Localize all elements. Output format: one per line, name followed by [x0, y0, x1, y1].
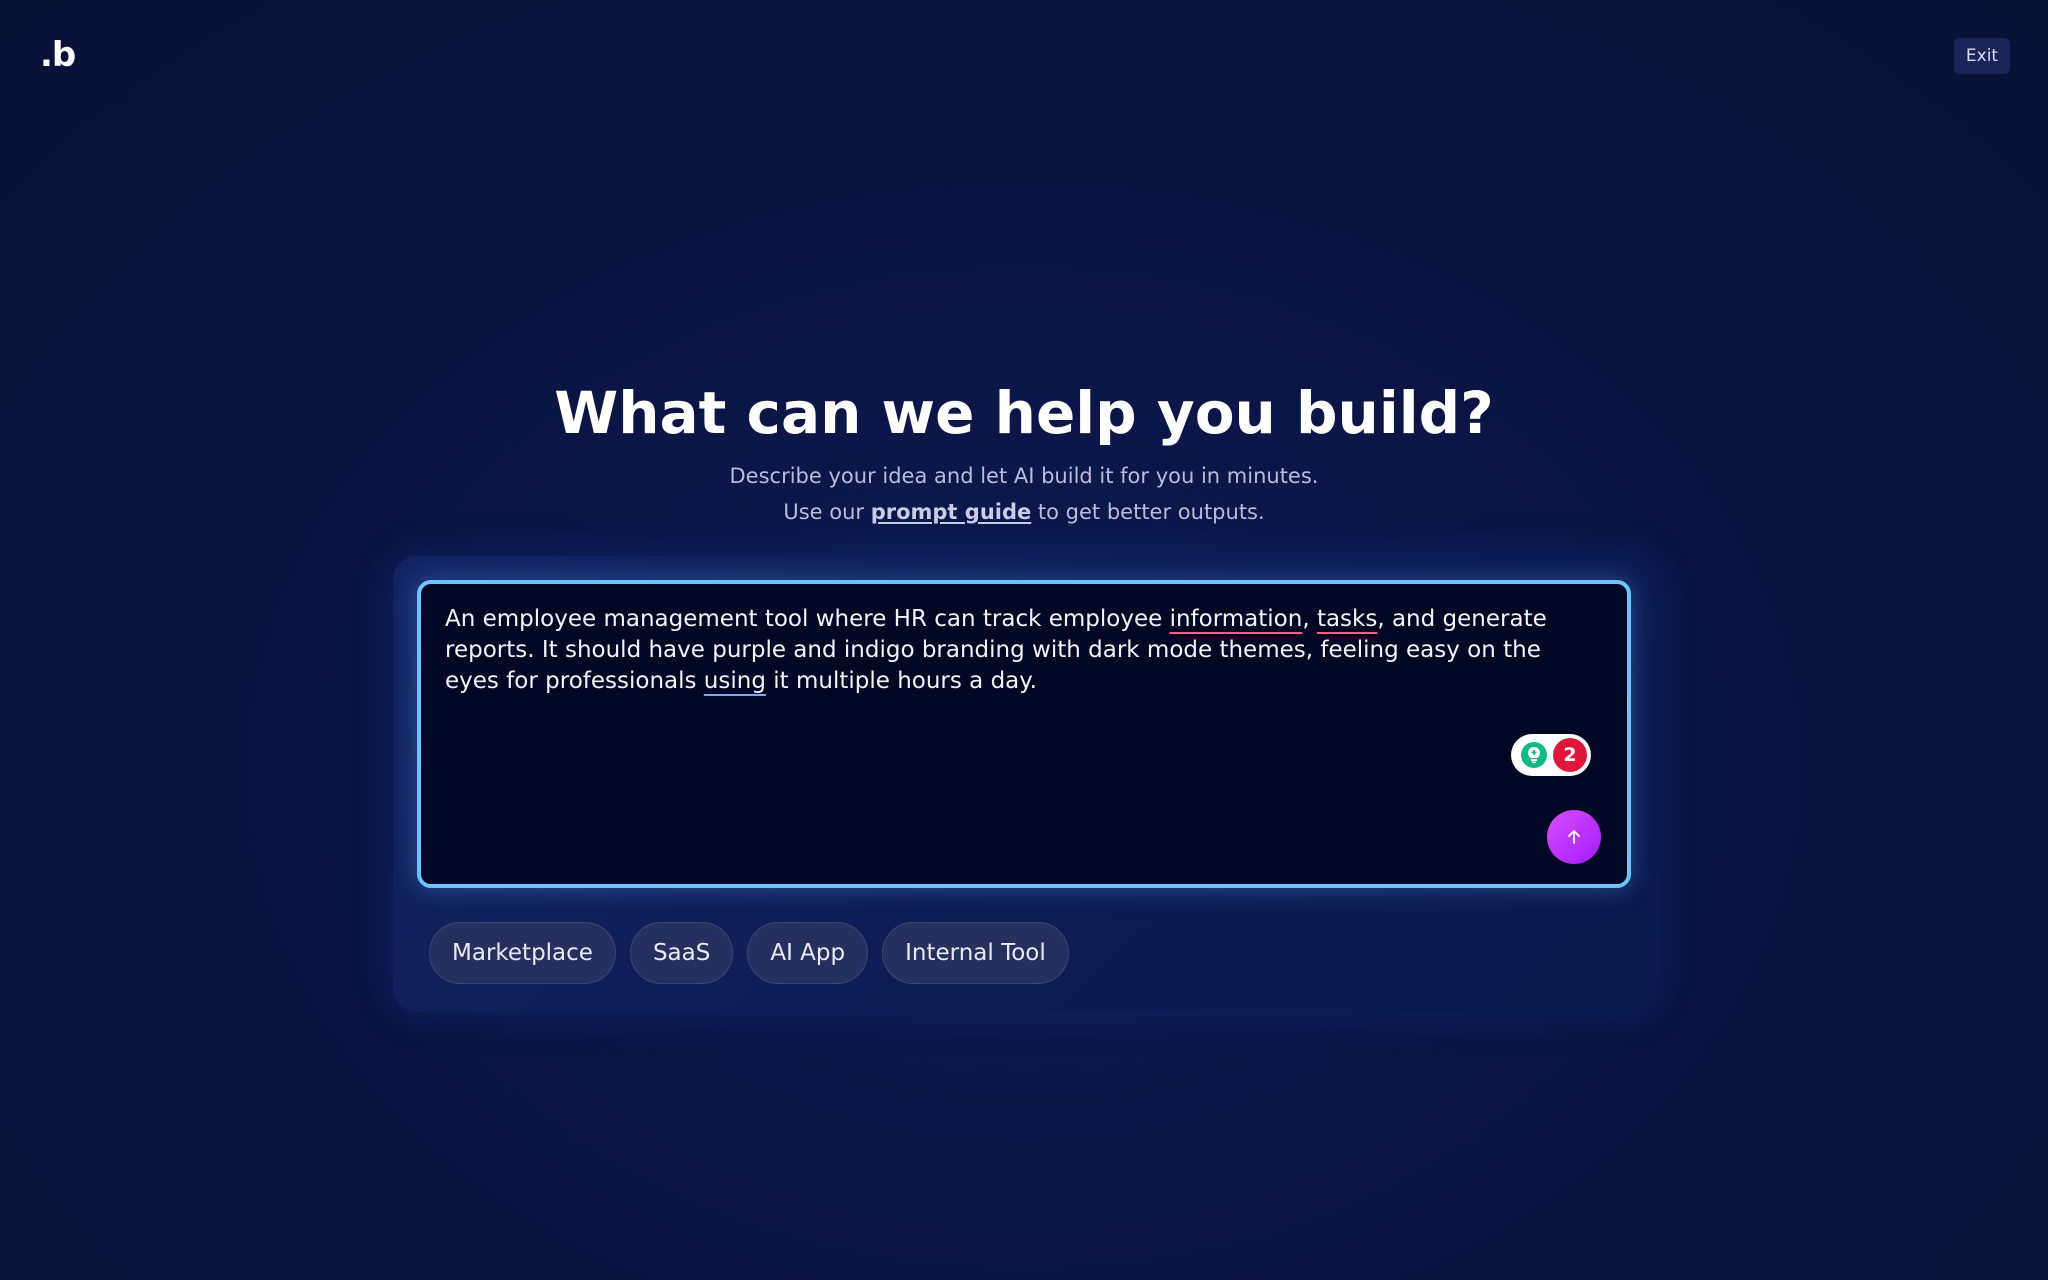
lightbulb-icon [1521, 742, 1547, 768]
chip-marketplace[interactable]: Marketplace [429, 922, 616, 984]
subtitle-line: Describe your idea and let AI build it f… [729, 464, 1319, 488]
logo[interactable]: .b [40, 38, 76, 72]
issue-count: 2 [1553, 738, 1587, 772]
guide-suffix: to get better outputs. [1031, 500, 1265, 524]
prompt-guide-link[interactable]: prompt guide [871, 500, 1032, 524]
prompt-panel: An employee management tool where HR can… [393, 556, 1655, 1012]
page-title: What can we help you build? [554, 379, 1494, 447]
spelling-mark-tasks[interactable]: tasks [1317, 606, 1377, 632]
chip-ai-app[interactable]: AI App [747, 922, 869, 984]
chip-saas[interactable]: SaaS [629, 922, 734, 984]
arrow-up-icon [1568, 830, 1580, 844]
guide-line: Use our prompt guide to get better outpu… [0, 494, 2048, 530]
style-mark-using[interactable]: using [704, 668, 766, 694]
prompt-segment: it multiple hours a day. [765, 668, 1037, 694]
spelling-mark-information[interactable]: information [1170, 606, 1303, 632]
send-button[interactable] [1547, 810, 1601, 864]
prompt-segment: , [1302, 606, 1317, 632]
subtitle: Describe your idea and let AI build it f… [0, 458, 2048, 530]
prompt-input[interactable]: An employee management tool where HR can… [417, 580, 1631, 888]
prompt-text[interactable]: An employee management tool where HR can… [445, 604, 1595, 697]
grammar-assistant-badge[interactable]: 2 [1511, 734, 1591, 776]
prompt-segment: An employee management tool where HR can… [445, 606, 1170, 632]
exit-button[interactable]: Exit [1954, 38, 2010, 74]
page: .b Exit What can we help you build? Desc… [0, 0, 2048, 1280]
chip-internal-tool[interactable]: Internal Tool [882, 922, 1069, 984]
guide-prefix: Use our [783, 500, 871, 524]
hero: What can we help you build? Describe you… [0, 376, 2048, 530]
category-chips: Marketplace SaaS AI App Internal Tool [429, 922, 1069, 984]
